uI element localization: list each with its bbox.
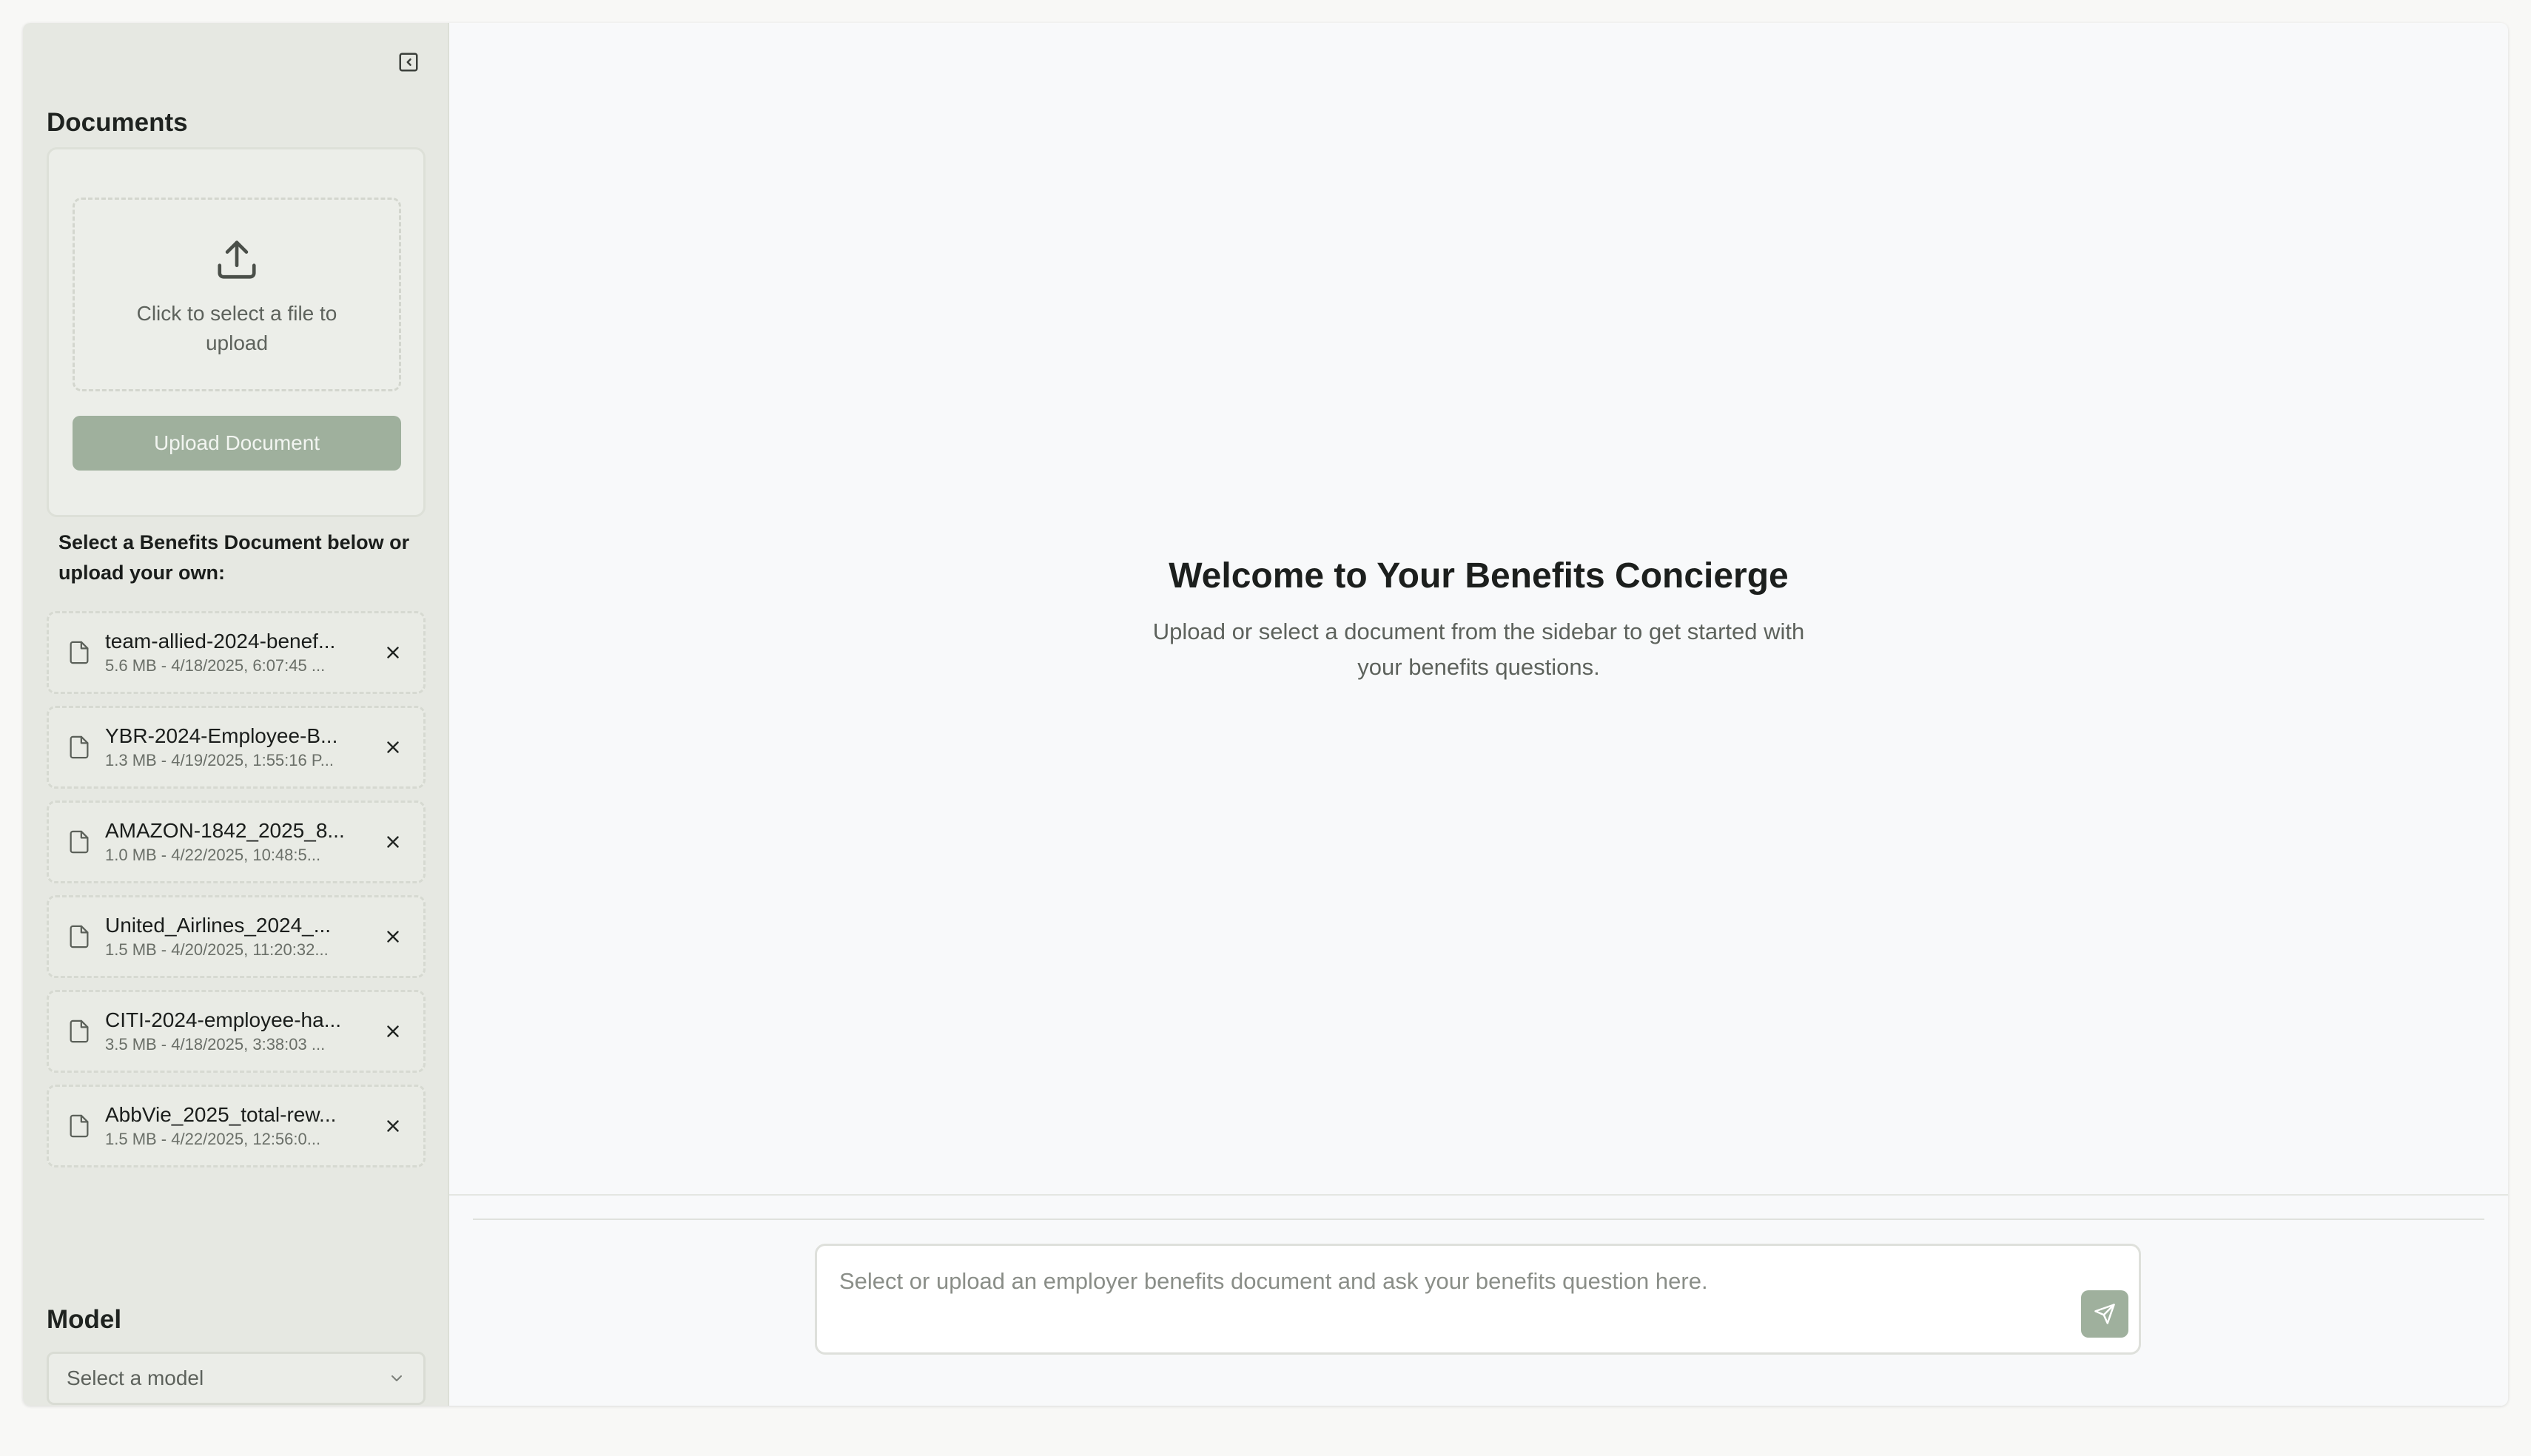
main-panel: Welcome to Your Benefits Concierge Uploa… — [449, 23, 2508, 1406]
remove-document-button[interactable] — [382, 736, 404, 758]
close-icon — [387, 741, 399, 753]
document-item[interactable]: AbbVie_2025_total-rew... 1.5 MB - 4/22/20… — [47, 1085, 426, 1167]
file-icon — [70, 830, 89, 854]
file-icon — [70, 925, 89, 948]
document-meta: 1.3 MB - 4/19/2025, 1:55:16 P... — [105, 751, 335, 769]
close-icon — [387, 647, 399, 658]
document-list: team-allied-2024-benef... 5.6 MB - 4/18/2… — [47, 611, 426, 1179]
send-icon — [2094, 1304, 2115, 1324]
model-select-value: Select a model — [67, 1366, 204, 1389]
file-icon — [70, 735, 89, 759]
file-dropzone[interactable]: Click to select a file to upload — [73, 198, 401, 391]
document-item[interactable]: United_Airlines_2024_... 1.5 MB - 4/20/20… — [47, 895, 426, 978]
upload-document-button[interactable]: Upload Document — [73, 416, 401, 471]
inner-divider — [473, 1219, 2484, 1220]
document-name: YBR-2024-Employee-B... — [105, 724, 338, 747]
sidebar-title: Documents — [47, 108, 188, 137]
document-name: CITI-2024-employee-ha... — [105, 1008, 342, 1031]
document-name: team-allied-2024-benef... — [105, 630, 336, 653]
sidebar: Documents Click to select a file to uplo… — [23, 23, 449, 1406]
document-name: AbbVie_2025_total-rew... — [105, 1103, 337, 1126]
close-icon — [387, 1120, 399, 1132]
upload-icon — [218, 240, 256, 279]
upload-card: Click to select a file to upload Upload … — [47, 147, 426, 517]
remove-document-button[interactable] — [382, 1115, 404, 1137]
document-item[interactable]: team-allied-2024-benef... 5.6 MB - 4/18/2… — [47, 611, 426, 694]
close-icon — [387, 1025, 399, 1037]
remove-document-button[interactable] — [382, 926, 404, 948]
chat-composer — [815, 1244, 2141, 1355]
document-meta: 1.5 MB - 4/20/2025, 11:20:32... — [105, 940, 329, 959]
chat-input[interactable] — [839, 1267, 2023, 1296]
close-icon — [387, 836, 399, 848]
welcome-title: Welcome to Your Benefits Concierge — [1169, 556, 1789, 596]
app-window: Documents Click to select a file to uplo… — [23, 23, 2508, 1406]
collapse-sidebar-button[interactable] — [396, 50, 421, 75]
document-meta: 1.5 MB - 4/22/2025, 12:56:0... — [105, 1130, 321, 1148]
document-meta: 1.0 MB - 4/22/2025, 10:48:5... — [105, 846, 321, 864]
document-meta: 3.5 MB - 4/18/2025, 3:38:03 ... — [105, 1035, 326, 1054]
remove-document-button[interactable] — [382, 831, 404, 853]
dropzone-text: Click to select a file to upload — [136, 302, 337, 354]
welcome-subtitle: Upload or select a document from the sid… — [1152, 619, 1805, 680]
select-hint: Select a Benefits Document below or uplo… — [58, 531, 410, 584]
remove-document-button[interactable] — [382, 641, 404, 664]
document-item[interactable]: CITI-2024-employee-ha... 3.5 MB - 4/18/20… — [47, 990, 426, 1073]
file-icon — [70, 1114, 89, 1138]
document-name: United_Airlines_2024_... — [105, 914, 332, 937]
model-select[interactable]: Select a model — [47, 1352, 426, 1405]
file-icon — [70, 641, 89, 664]
document-item[interactable]: AMAZON-1842_2025_8... 1.0 MB - 4/22/2025,… — [47, 801, 426, 883]
document-item[interactable]: YBR-2024-Employee-B... 1.3 MB - 4/19/2025… — [47, 706, 426, 789]
remove-document-button[interactable] — [382, 1020, 404, 1042]
model-section-title: Model — [47, 1305, 122, 1334]
file-icon — [70, 1019, 89, 1043]
document-meta: 5.6 MB - 4/18/2025, 6:07:45 ... — [105, 656, 326, 675]
close-icon — [387, 931, 399, 943]
bottom-divider — [449, 1194, 2508, 1196]
send-button[interactable] — [2081, 1290, 2128, 1338]
welcome-section: Welcome to Your Benefits Concierge Uploa… — [449, 556, 2508, 685]
chevron-down-icon — [391, 1375, 402, 1381]
panel-collapse-icon — [399, 53, 418, 72]
document-name: AMAZON-1842_2025_8... — [105, 819, 345, 842]
